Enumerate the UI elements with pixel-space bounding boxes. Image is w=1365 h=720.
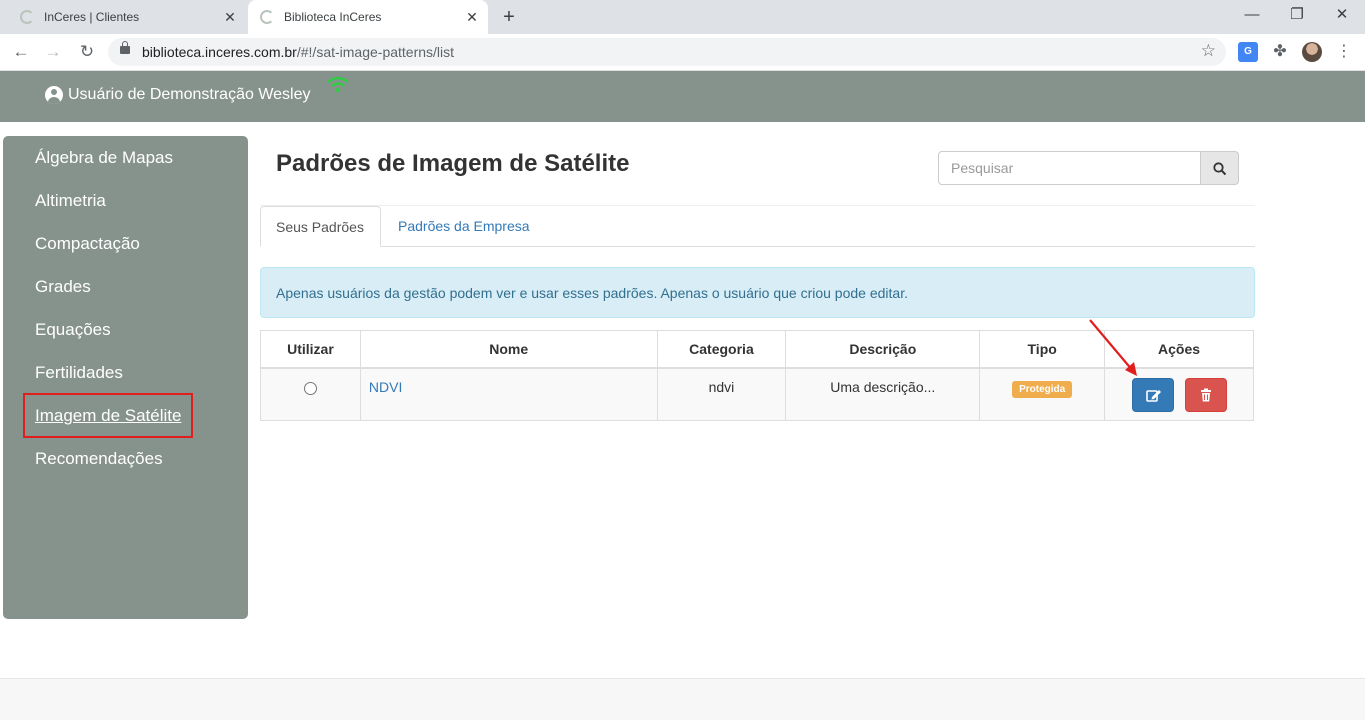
column-header-nome: Nome: [359, 330, 658, 369]
page-title: Padrões de Imagem de Satélite: [276, 150, 630, 177]
tab-padroes-da-empresa[interactable]: Padrões da Empresa: [383, 206, 545, 247]
sidebar-item-recomendacoes[interactable]: Recomendações: [35, 449, 163, 469]
sidebar: Álgebra de Mapas Altimetria Compactação …: [3, 136, 248, 619]
column-header-descricao: Descrição: [785, 330, 981, 369]
app-header: Usuário de Demonstração Wesley: [0, 71, 1365, 122]
restore-icon[interactable]: ❐: [1274, 0, 1320, 30]
search-input[interactable]: [938, 151, 1201, 185]
user-name: Usuário de Demonstração Wesley: [68, 86, 311, 103]
browser-toolbar: ← → ↻ biblioteca.inceres.com.br/#!/sat-i…: [0, 34, 1365, 71]
back-arrow-icon[interactable]: ←: [9, 40, 33, 64]
translate-icon[interactable]: G: [1238, 42, 1258, 62]
bookmark-star-icon[interactable]: ☆: [1201, 41, 1216, 61]
sidebar-item-grades[interactable]: Grades: [35, 277, 91, 297]
red-arrow-annotation: [1089, 319, 1137, 376]
new-tab-icon[interactable]: +: [498, 6, 520, 28]
browser-menu-icon[interactable]: ⋮: [1334, 42, 1354, 62]
search-icon: [1213, 162, 1227, 176]
column-header-utilizar: Utilizar: [260, 330, 361, 369]
close-window-icon[interactable]: ✕: [1319, 0, 1365, 30]
category-cell: ndvi: [656, 367, 787, 421]
type-badge: Protegida: [1012, 380, 1073, 398]
browser-tab-title: Biblioteca InCeres: [284, 10, 382, 24]
sidebar-item-imagem-de-satelite[interactable]: Imagem de Satélite: [35, 406, 181, 426]
browser-tab-biblioteca[interactable]: Biblioteca InCeres ✕: [248, 0, 488, 34]
tab-seus-padroes[interactable]: Seus Padrões: [260, 206, 381, 247]
pattern-name-link[interactable]: NDVI: [369, 379, 402, 395]
search-group: [938, 151, 1239, 185]
minimize-icon[interactable]: —: [1229, 0, 1275, 30]
lock-icon: [120, 41, 130, 54]
sidebar-item-algebra-de-mapas[interactable]: Álgebra de Mapas: [35, 148, 173, 168]
use-radio[interactable]: [303, 381, 317, 395]
reload-icon[interactable]: ↻: [75, 40, 99, 64]
column-header-categoria: Categoria: [656, 330, 787, 369]
user-circle-icon: [45, 86, 63, 104]
forward-arrow-icon[interactable]: →: [41, 40, 65, 64]
edit-icon: [1145, 389, 1161, 402]
extensions-puzzle-icon[interactable]: ✤: [1270, 42, 1290, 62]
browser-tab-bar: InCeres | Clientes ✕ Biblioteca InCeres …: [0, 0, 1365, 34]
inceres-favicon-icon: [260, 10, 274, 24]
delete-button[interactable]: [1184, 377, 1227, 412]
sidebar-item-fertilidades[interactable]: Fertilidades: [35, 363, 123, 383]
address-bar[interactable]: biblioteca.inceres.com.br/#!/sat-image-p…: [108, 38, 1226, 66]
description-cell: Uma descrição...: [785, 367, 981, 421]
wifi-icon: [327, 76, 349, 93]
sidebar-item-compactacao[interactable]: Compactação: [35, 234, 140, 254]
info-alert: Apenas usuários da gestão podem ver e us…: [260, 267, 1255, 318]
profile-avatar[interactable]: [1302, 42, 1322, 62]
sidebar-item-altimetria[interactable]: Altimetria: [35, 191, 106, 211]
close-tab-icon[interactable]: ✕: [464, 9, 480, 25]
browser-tab-clientes[interactable]: InCeres | Clientes ✕: [8, 0, 246, 34]
search-button[interactable]: [1200, 151, 1239, 185]
footer: [0, 678, 1365, 720]
use-cell: [260, 367, 361, 421]
trash-icon: [1200, 388, 1211, 401]
close-tab-icon[interactable]: ✕: [222, 9, 238, 25]
sidebar-item-equacoes[interactable]: Equações: [35, 320, 111, 340]
name-cell: NDVI: [359, 367, 658, 421]
browser-tab-title: InCeres | Clientes: [44, 10, 140, 24]
inceres-favicon-icon: [20, 10, 34, 24]
user-menu[interactable]: Usuário de Demonstração Wesley: [45, 86, 310, 104]
url-text: biblioteca.inceres.com.br/#!/sat-image-p…: [142, 44, 455, 60]
